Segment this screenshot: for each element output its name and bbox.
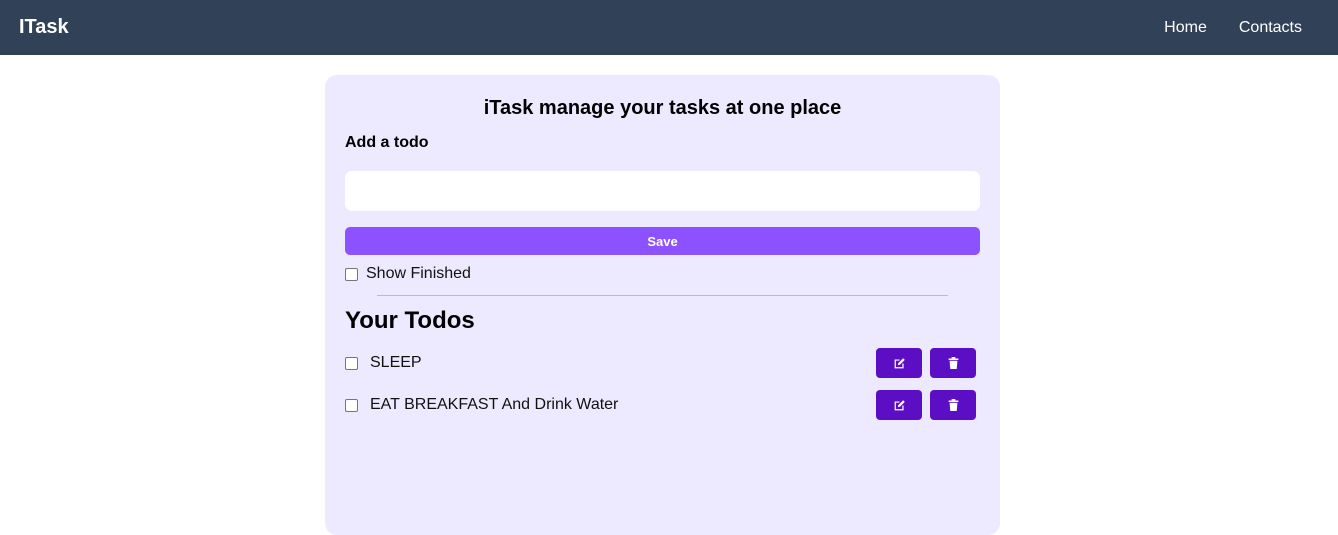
todo-text: SLEEP bbox=[370, 354, 422, 371]
show-finished-label: Show Finished bbox=[366, 265, 471, 282]
edit-icon bbox=[894, 357, 905, 368]
todo-item: EAT BREAKFAST And Drink Water bbox=[345, 390, 976, 420]
show-finished-toggle[interactable]: Show Finished bbox=[345, 265, 471, 283]
navbar: ITask Home Contacts bbox=[0, 0, 1338, 55]
todo-input[interactable] bbox=[345, 171, 980, 211]
todo-panel: iTask manage your tasks at one place Add… bbox=[325, 75, 1000, 535]
todo-item: SLEEP bbox=[345, 348, 976, 378]
edit-button[interactable] bbox=[876, 390, 922, 420]
save-button[interactable]: Save bbox=[345, 227, 980, 255]
nav-links: Home Contacts bbox=[1164, 19, 1302, 37]
nav-home-link[interactable]: Home bbox=[1164, 19, 1207, 37]
page-title: iTask manage your tasks at one place bbox=[483, 97, 842, 119]
show-finished-checkbox[interactable] bbox=[345, 267, 358, 281]
trash-icon bbox=[948, 357, 958, 369]
delete-button[interactable] bbox=[930, 348, 976, 378]
edit-button[interactable] bbox=[876, 348, 922, 378]
brand-logo[interactable]: ITask bbox=[19, 16, 69, 39]
todos-heading: Your Todos bbox=[345, 307, 475, 334]
todo-checkbox[interactable] bbox=[345, 356, 358, 370]
trash-icon bbox=[948, 399, 958, 411]
edit-icon bbox=[894, 399, 905, 410]
divider bbox=[377, 295, 948, 296]
add-todo-label: Add a todo bbox=[345, 134, 429, 151]
delete-button[interactable] bbox=[930, 390, 976, 420]
todo-text: EAT BREAKFAST And Drink Water bbox=[370, 396, 619, 413]
todo-checkbox[interactable] bbox=[345, 398, 358, 412]
nav-contacts-link[interactable]: Contacts bbox=[1239, 19, 1302, 37]
